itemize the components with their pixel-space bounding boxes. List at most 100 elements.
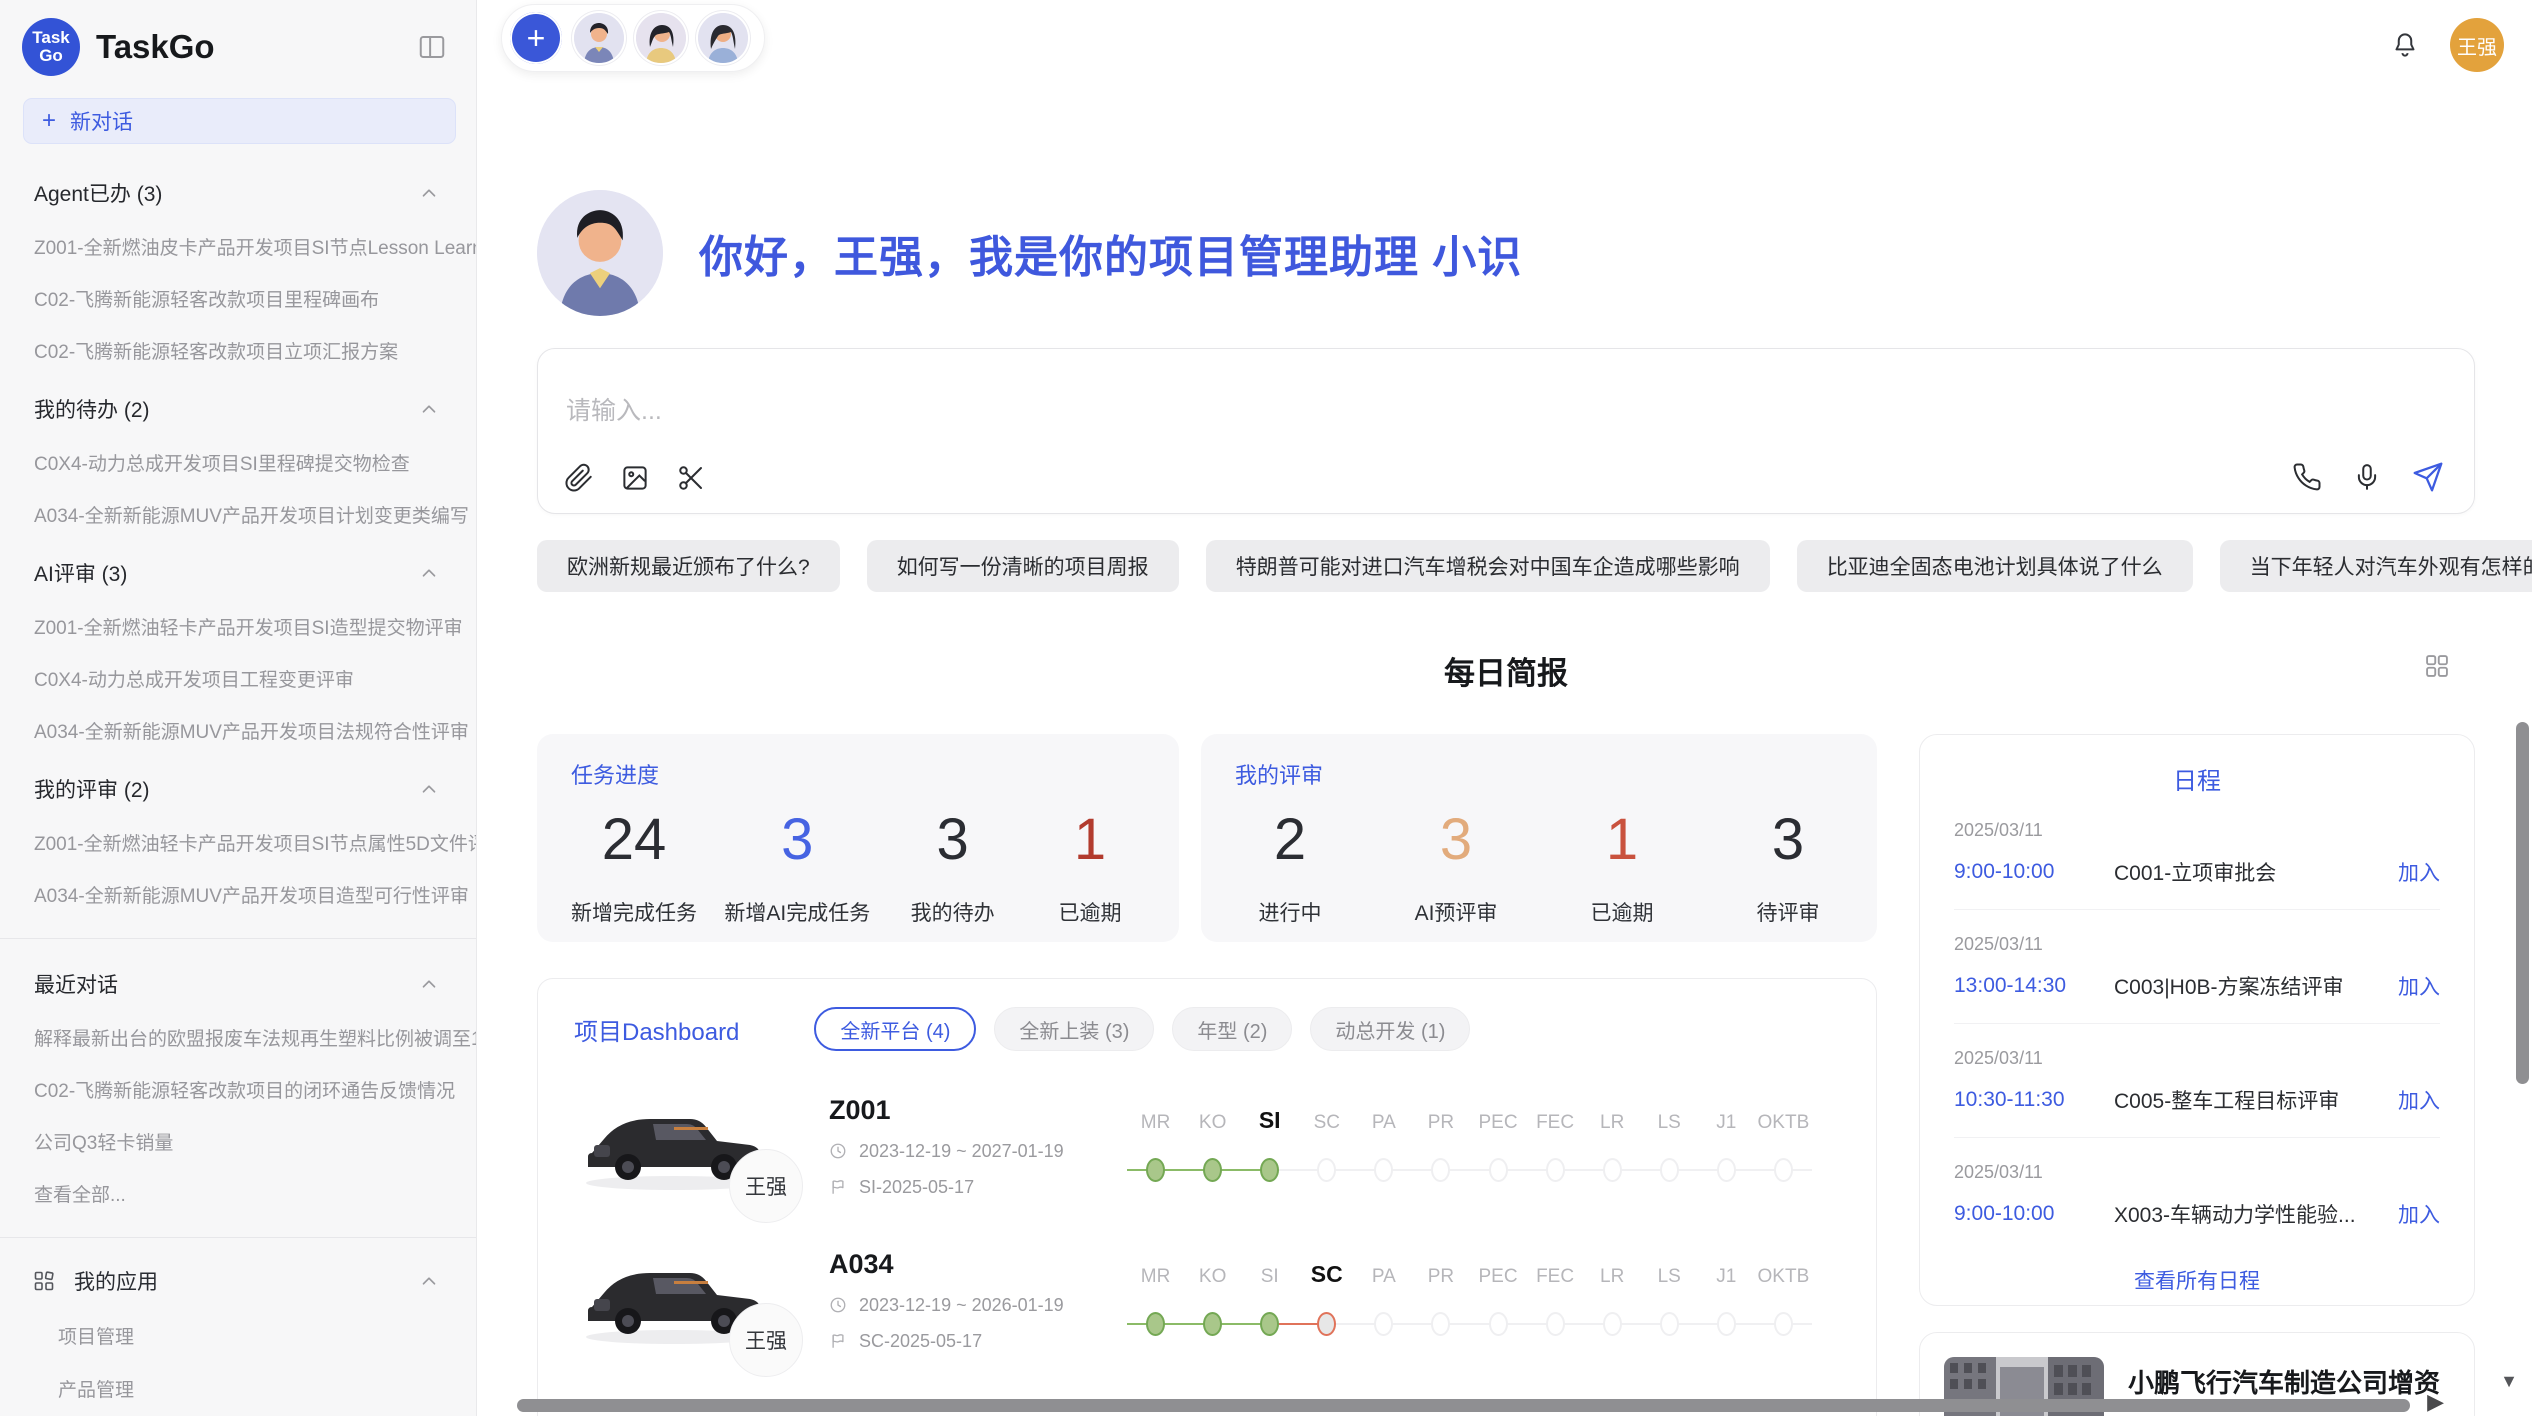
sidebar-task-item[interactable]: A034-全新新能源MUV产品开发项目法规符合性评审 bbox=[0, 717, 476, 744]
sidebar-task-item[interactable]: C0X4-动力总成开发项目SI里程碑提交物检查 bbox=[0, 449, 476, 476]
microphone-icon[interactable] bbox=[2352, 462, 2382, 492]
phone-call-icon[interactable] bbox=[2292, 462, 2322, 492]
agent-avatar-1[interactable] bbox=[574, 13, 624, 63]
chevron-up-icon[interactable] bbox=[418, 1270, 440, 1292]
sidebar: Task Go TaskGo + 新对话 Agent已办 (3)Z001-全新燃… bbox=[0, 0, 477, 1416]
event-join-link[interactable]: 加入 bbox=[2398, 1085, 2440, 1115]
sidebar-group-header[interactable]: 我的待办 (2) bbox=[0, 394, 476, 424]
app-sub-item[interactable]: 项目管理 bbox=[0, 1322, 476, 1349]
sidebar-item-my-apps[interactable]: 我的应用 bbox=[0, 1266, 476, 1296]
vertical-scrollbar-thumb[interactable] bbox=[2516, 722, 2529, 1084]
dashboard-tab[interactable]: 全新上装 (3) bbox=[994, 1007, 1154, 1051]
attachment-icon[interactable] bbox=[564, 463, 594, 493]
project-media: 王强 bbox=[574, 1241, 789, 1359]
screenshot-scissors-icon[interactable] bbox=[676, 463, 706, 493]
scroll-down-arrow-icon[interactable]: ▼ bbox=[2500, 1371, 2518, 1392]
milestone-label: SI bbox=[1259, 1090, 1281, 1134]
layout-grid-icon[interactable] bbox=[2423, 652, 2451, 680]
view-all-schedule-link[interactable]: 查看所有日程 bbox=[1954, 1265, 2440, 1295]
stat-label: 已逾期 bbox=[1035, 897, 1145, 927]
sidebar-recent-title: 最近对话 bbox=[34, 969, 118, 999]
event-title: C001-立项审批会 bbox=[2114, 857, 2398, 887]
milestone-columns: MRKOSISCPAPRPECFECLRLSJ1OKTB bbox=[1127, 1090, 1812, 1202]
sidebar-group-header[interactable]: Agent已办 (3) bbox=[0, 178, 476, 208]
dashboard-tab[interactable]: 年型 (2) bbox=[1172, 1007, 1292, 1051]
event-date: 2025/03/11 bbox=[1954, 934, 2440, 955]
project-row[interactable]: 王强A0342023-12-19 ~ 2026-01-19SC-2025-05-… bbox=[574, 1241, 1840, 1359]
sidebar-task-item[interactable]: A034-全新新能源MUV产品开发项目计划变更类编写 bbox=[0, 501, 476, 528]
project-row[interactable]: 王强Z0012023-12-19 ~ 2027-01-19SI-2025-05-… bbox=[574, 1087, 1840, 1205]
milestone-dot bbox=[1546, 1312, 1565, 1336]
suggestion-chip[interactable]: 欧洲新规最近颁布了什么? bbox=[537, 540, 840, 592]
stat-label: 已逾期 bbox=[1567, 897, 1677, 927]
add-agent-button[interactable]: + bbox=[510, 12, 562, 64]
milestone-label: KO bbox=[1199, 1090, 1226, 1134]
recent-chat-item[interactable]: 查看全部... bbox=[0, 1180, 476, 1207]
stat-grid: 24新增完成任务3新增AI完成任务3我的待办1已逾期 bbox=[571, 796, 1145, 927]
event-join-link[interactable]: 加入 bbox=[2398, 857, 2440, 887]
sidebar-divider bbox=[0, 938, 476, 939]
schedule-event: 2025/03/119:00-10:00X003-车辆动力学性能验...加入 bbox=[1954, 1138, 2440, 1251]
recent-chat-item[interactable]: 公司Q3轻卡销量 bbox=[0, 1128, 476, 1155]
stat-label: 待评审 bbox=[1733, 897, 1843, 927]
agent-avatar-2[interactable] bbox=[636, 13, 686, 63]
suggestion-chip[interactable]: 特朗普可能对进口汽车增税会对中国车企造成哪些影响 bbox=[1206, 540, 1770, 592]
project-code: A034 bbox=[829, 1249, 1121, 1280]
greeting-text: 你好，王强，我是你的项目管理助理 小识 bbox=[699, 221, 1522, 285]
milestone-label: J1 bbox=[1716, 1090, 1736, 1134]
sidebar-task-item[interactable]: Z001-全新燃油轻卡产品开发项目SI节点属性5D文件评审 bbox=[0, 829, 476, 856]
chevron-up-icon[interactable] bbox=[418, 562, 440, 584]
sidebar-task-item[interactable]: C02-飞腾新能源轻客改款项目里程碑画布 bbox=[0, 285, 476, 312]
event-join-link[interactable]: 加入 bbox=[2398, 1199, 2440, 1229]
recent-chat-item[interactable]: C02-飞腾新能源轻客改款项目的闭环通告反馈情况 bbox=[0, 1076, 476, 1103]
project-date-range: 2023-12-19 ~ 2026-01-19 bbox=[859, 1295, 1064, 1316]
milestone-dot bbox=[1774, 1158, 1793, 1182]
sidebar-task-item[interactable]: Z001-全新燃油轻卡产品开发项目SI造型提交物评审 bbox=[0, 613, 476, 640]
composer-placeholder: 请输入... bbox=[566, 391, 662, 427]
event-time: 13:00-14:30 bbox=[1954, 974, 2114, 998]
sidebar-task-item[interactable]: C02-飞腾新能源轻客改款项目立项汇报方案 bbox=[0, 337, 476, 364]
recent-chat-item[interactable]: 解释最新出台的欧盟报废车法规再生塑料比例被调至15%... bbox=[0, 1024, 476, 1051]
milestone-dot bbox=[1431, 1312, 1450, 1336]
stat-label: 新增完成任务 bbox=[571, 897, 697, 927]
app-sub-item[interactable]: 产品管理 bbox=[0, 1375, 476, 1402]
sidebar-group-header[interactable]: 我的评审 (2) bbox=[0, 774, 476, 804]
chevron-up-icon[interactable] bbox=[418, 398, 440, 420]
new-chat-label: 新对话 bbox=[70, 106, 133, 136]
user-avatar[interactable]: 王强 bbox=[2450, 18, 2504, 72]
dashboard-tab[interactable]: 全新平台 (4) bbox=[814, 1007, 976, 1051]
milestone: LR bbox=[1584, 1090, 1641, 1202]
sidebar-collapse-icon[interactable] bbox=[414, 29, 450, 65]
sidebar-group-header[interactable]: AI评审 (3) bbox=[0, 558, 476, 588]
sidebar-task-item[interactable]: A034-全新新能源MUV产品开发项目造型可行性评审 bbox=[0, 881, 476, 908]
sidebar-recent-header[interactable]: 最近对话 bbox=[0, 969, 476, 999]
suggestion-chip[interactable]: 比亚迪全固态电池计划具体说了什么 bbox=[1797, 540, 2193, 592]
send-icon[interactable] bbox=[2412, 461, 2444, 493]
milestone-dot bbox=[1317, 1312, 1336, 1336]
image-upload-icon[interactable] bbox=[620, 463, 650, 493]
stat-label: AI预评审 bbox=[1401, 897, 1511, 927]
event-join-link[interactable]: 加入 bbox=[2398, 971, 2440, 1001]
sidebar-task-item[interactable]: Z001-全新燃油皮卡产品开发项目SI节点Lesson Learn报告 bbox=[0, 233, 476, 260]
sidebar-task-item[interactable]: C0X4-动力总成开发项目工程变更评审 bbox=[0, 665, 476, 692]
stat-label: 进行中 bbox=[1235, 897, 1345, 927]
milestone: OKTB bbox=[1755, 1244, 1812, 1356]
content: 你好，王强，我是你的项目管理助理 小识 请输入... bbox=[537, 190, 2475, 1416]
chevron-up-icon[interactable] bbox=[418, 778, 440, 800]
flag-icon bbox=[829, 1178, 847, 1196]
horizontal-scrollbar-thumb[interactable] bbox=[517, 1399, 2410, 1412]
milestone-label: LR bbox=[1600, 1090, 1624, 1134]
suggestion-chip[interactable]: 如何写一份清晰的项目周报 bbox=[867, 540, 1179, 592]
suggestion-chip[interactable]: 当下年轻人对汽车外观有怎样的喜好趋势 bbox=[2220, 540, 2532, 592]
scroll-right-arrow-icon[interactable]: ▶ bbox=[2427, 1389, 2444, 1415]
agent-avatar-3[interactable] bbox=[698, 13, 748, 63]
chevron-up-icon[interactable] bbox=[418, 973, 440, 995]
notification-bell-icon[interactable] bbox=[2390, 30, 2420, 60]
dashboard-tab[interactable]: 动总开发 (1) bbox=[1310, 1007, 1470, 1051]
project-info: A0342023-12-19 ~ 2026-01-19SC-2025-05-17 bbox=[829, 1249, 1121, 1352]
new-chat-button[interactable]: + 新对话 bbox=[23, 98, 456, 144]
composer[interactable]: 请输入... bbox=[537, 348, 2475, 514]
milestone: KO bbox=[1184, 1090, 1241, 1202]
chevron-up-icon[interactable] bbox=[418, 182, 440, 204]
milestone-timeline: MRKOSISCPAPRPECFECLRLSJ1OKTB bbox=[1127, 1090, 1840, 1202]
